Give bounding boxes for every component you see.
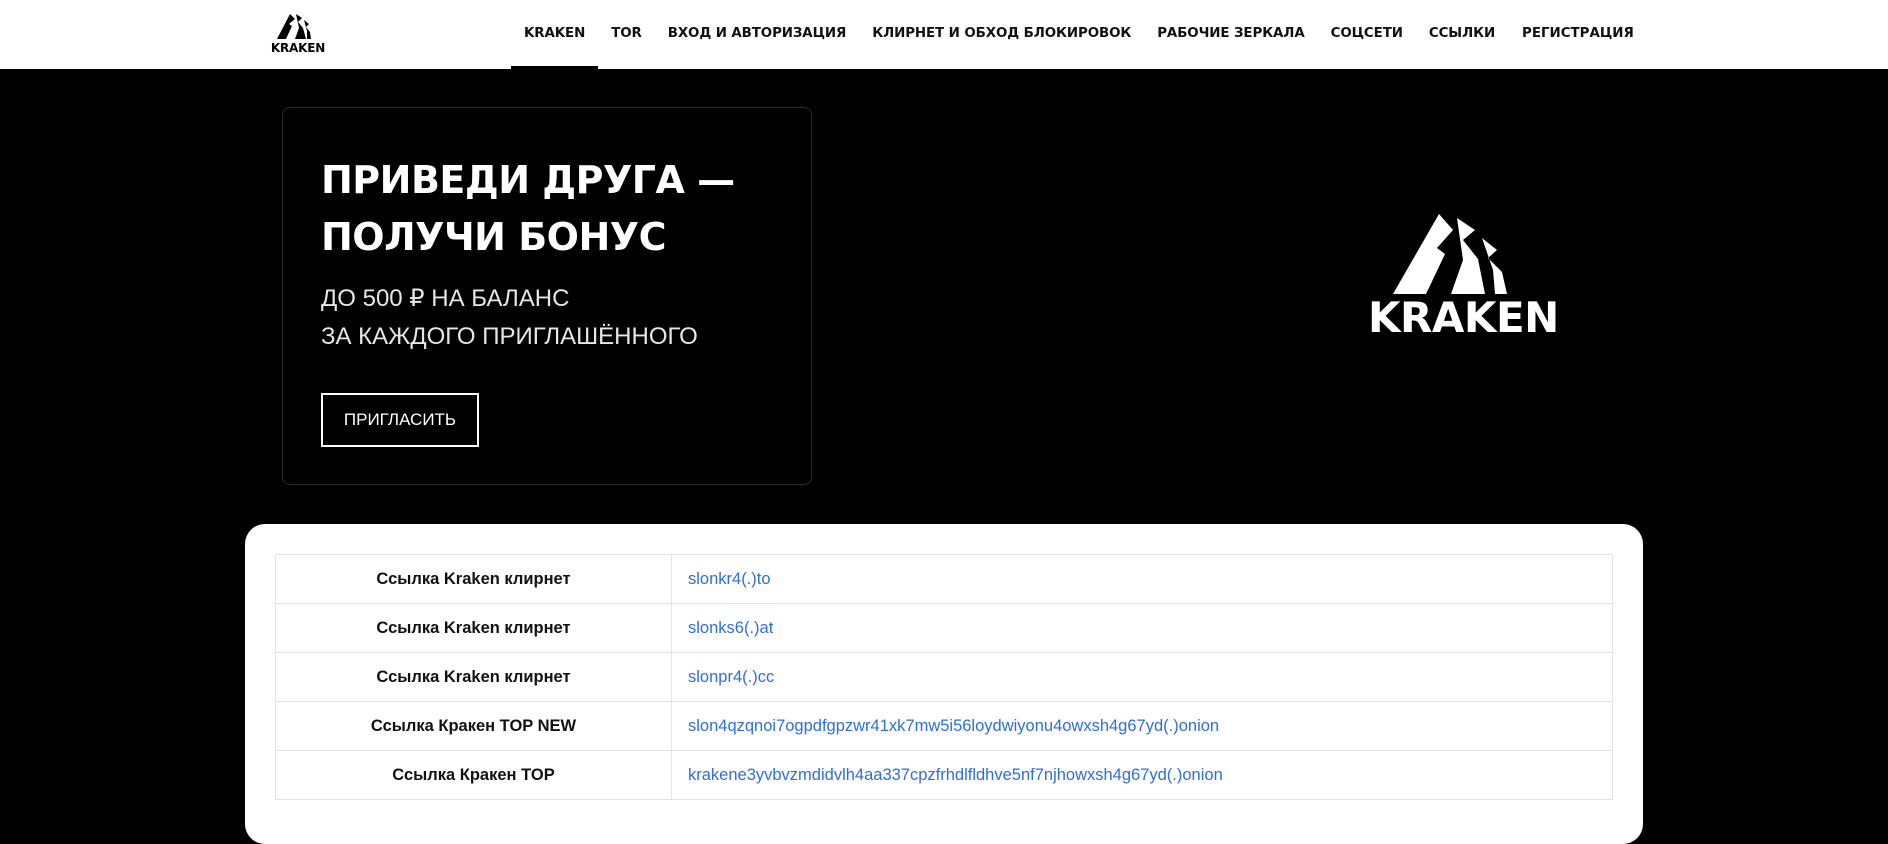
link-label: Ссылка Кракен TOP [275, 750, 672, 800]
link-cell: slonpr4(.)cc [671, 652, 1613, 702]
referral-promo-card: ПРИВЕДИ ДРУГА — ПОЛУЧИ БОНУС ДО 500 ₽ НА… [282, 107, 812, 485]
mirror-link[interactable]: slonks6(.)at [688, 619, 773, 637]
link-cell: slonkr4(.)to [671, 554, 1613, 604]
onion-link[interactable]: krakene3yvbvzmdidvlh4aa337cpzfrhdlfldhve… [688, 766, 1223, 784]
nav-item-clearnet[interactable]: КЛИРНЕТ И ОБХОД БЛОКИРОВОК [859, 0, 1144, 69]
link-label: Ссылка Кракен TOP NEW [275, 701, 672, 751]
link-label: Ссылка Kraken клирнет [275, 603, 672, 653]
link-label: Ссылка Kraken клирнет [275, 652, 672, 702]
nav-item-links[interactable]: ССЫЛКИ [1416, 0, 1508, 69]
promo-title-line-1: ПРИВЕДИ ДРУГА — [321, 158, 735, 202]
nav-item-tor[interactable]: TOR [598, 0, 655, 69]
onion-link[interactable]: slon4qzqnoi7ogpdfgpzwr41xk7mw5i56loydwiy… [688, 717, 1219, 735]
logo-text: KRAKEN [270, 41, 326, 55]
hero-logo: KRAKEN [1368, 214, 1559, 342]
nav-item-social[interactable]: СОЦСЕТИ [1318, 0, 1416, 69]
link-cell: slon4qzqnoi7ogpdfgpzwr41xk7mw5i56loydwiy… [671, 701, 1613, 751]
register-link[interactable]: РЕГИСТРАЦИЯ [1522, 0, 1634, 69]
promo-title: ПРИВЕДИ ДРУГА — ПОЛУЧИ БОНУС [321, 152, 791, 266]
hero-logo-text: KRAKEN [1368, 293, 1559, 342]
links-panel: Ссылка Kraken клирнет slonkr4(.)to Ссылк… [245, 524, 1643, 844]
mirror-link[interactable]: slonpr4(.)cc [688, 668, 774, 686]
link-cell: krakene3yvbvzmdidvlh4aa337cpzfrhdlfldhve… [671, 750, 1613, 800]
nav-item-login[interactable]: ВХОД И АВТОРИЗАЦИЯ [655, 0, 860, 69]
nav-item-mirrors[interactable]: РАБОЧИЕ ЗЕРКАЛА [1144, 0, 1317, 69]
kraken-logo[interactable]: KRAKEN [268, 12, 328, 56]
main-nav: KRAKEN TOR ВХОД И АВТОРИЗАЦИЯ КЛИРНЕТ И … [511, 0, 1508, 69]
link-label: Ссылка Kraken клирнет [275, 554, 672, 604]
promo-subtitle-line-2: ЗА КАЖДОГО ПРИГЛАШЁННОГО [321, 323, 698, 350]
table-row: Ссылка Kraken клирнет slonkr4(.)to [275, 554, 1613, 604]
table-row: Ссылка Кракен TOP krakene3yvbvzmdidvlh4a… [275, 750, 1613, 800]
promo-title-line-2: ПОЛУЧИ БОНУС [321, 215, 666, 259]
site-header: KRAKEN KRAKEN TOR ВХОД И АВТОРИЗАЦИЯ КЛИ… [0, 0, 1888, 69]
kraken-logo-icon [1393, 214, 1507, 294]
kraken-logo-icon [277, 14, 311, 39]
mirror-link[interactable]: slonkr4(.)to [688, 570, 771, 588]
invite-button[interactable]: ПРИГЛАСИТЬ [321, 393, 479, 447]
promo-subtitle-line-1: ДО 500 ₽ НА БАЛАНС [321, 285, 570, 312]
table-row: Ссылка Kraken клирнет slonpr4(.)cc [275, 652, 1613, 702]
table-row: Ссылка Кракен TOP NEW slon4qzqnoi7ogpdfg… [275, 701, 1613, 751]
links-table: Ссылка Kraken клирнет slonkr4(.)to Ссылк… [275, 554, 1613, 800]
nav-item-kraken[interactable]: KRAKEN [511, 0, 599, 69]
table-row: Ссылка Kraken клирнет slonks6(.)at [275, 603, 1613, 653]
promo-subtitle: ДО 500 ₽ НА БАЛАНС ЗА КАЖДОГО ПРИГЛАШЁНН… [321, 280, 791, 356]
link-cell: slonks6(.)at [671, 603, 1613, 653]
